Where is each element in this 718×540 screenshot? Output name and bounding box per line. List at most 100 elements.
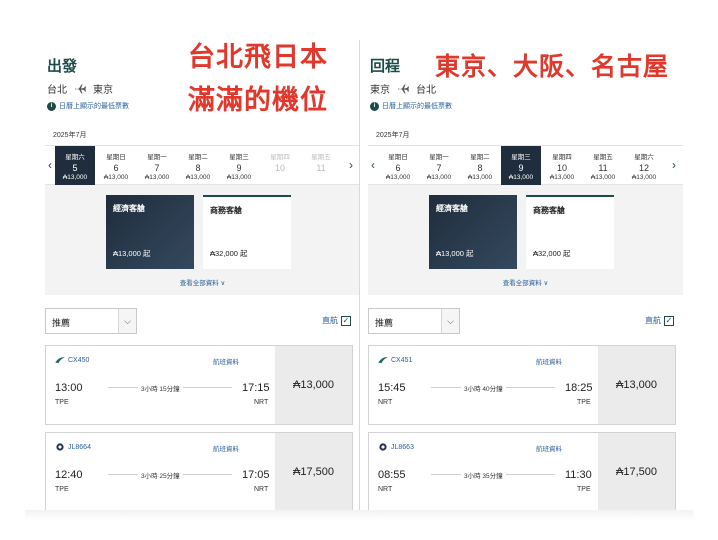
date-price: ₳13,000: [549, 174, 575, 181]
note-text: 日曆上顯示的最低票數: [59, 103, 129, 110]
flight-details-link[interactable]: 航班資料: [213, 356, 239, 366]
outbound-title: 出發: [47, 58, 78, 75]
check-icon[interactable]: ✓: [341, 315, 351, 326]
chevron-right-icon[interactable]: ›: [346, 158, 356, 172]
cabin-name: 商務客艙: [533, 206, 565, 215]
direct-label: 直航: [322, 316, 338, 325]
check-icon[interactable]: ✓: [664, 315, 674, 326]
flight-price[interactable]: ₳17,500: [598, 433, 675, 511]
outbound-route: 台北 東京: [47, 81, 113, 96]
departure-airport: NRT: [378, 486, 393, 493]
date-day: 8: [195, 163, 201, 173]
date-cell[interactable]: 星期六 5 ₳13,000: [55, 146, 95, 185]
flight-number: JL8663: [378, 443, 414, 451]
chevron-left-icon[interactable]: ‹: [45, 158, 55, 172]
flight-card[interactable]: JL8663 航班資料 08:55 3小時 35分鐘 11:30 NRT TPE…: [368, 432, 676, 512]
annotation-left-line1: 台北飛日本: [188, 42, 328, 73]
date-day: 9: [236, 163, 242, 173]
arrival-airport: TPE: [577, 399, 591, 406]
arrival-time: 18:25: [565, 382, 593, 394]
date-dow: 星期一: [429, 154, 449, 161]
date-cell[interactable]: 星期五 11 ₳13,000: [583, 146, 623, 185]
economy-cabin-card[interactable]: 經濟客艙 ₳13,000 起: [106, 195, 194, 269]
date-cell[interactable]: 星期一 7 ₳13,000: [419, 146, 459, 185]
flight-number-text: CX451: [391, 356, 413, 364]
route-destination: 東京: [93, 85, 113, 96]
plane-icon: [398, 84, 409, 93]
economy-cabin-card[interactable]: 經濟客艙 ₳13,000 起: [429, 195, 517, 269]
flight-price[interactable]: ₳17,500: [275, 433, 352, 511]
date-cell[interactable]: 星期一 7 ₳13,000: [137, 146, 177, 185]
flight-duration: 3小時 40分鐘: [461, 383, 506, 393]
date-price: ₳13,000: [62, 174, 88, 181]
date-strip: ‹ 星期六 5 ₳13,000 星期日 6 ₳13,000 星期一 7 ₳13,000 星期…: [45, 145, 360, 185]
date-day: 10: [274, 163, 285, 173]
date-strip: ‹ 星期日 6 ₳13,000 星期一 7 ₳13,000 星期二 8 ₳13,000 星期…: [368, 145, 683, 185]
departure-airport: NRT: [378, 399, 393, 406]
flight-details-link[interactable]: 航班資料: [536, 443, 562, 453]
cabin-price: ₳13,000 起: [113, 249, 151, 258]
flight-price[interactable]: ₳13,000: [275, 346, 352, 424]
departure-airport: TPE: [55, 399, 69, 406]
date-cell: 星期五 11: [301, 146, 341, 185]
chevron-right-icon[interactable]: ›: [669, 158, 679, 172]
cabin-price: ₳13,000 起: [436, 249, 474, 258]
direct-filter[interactable]: 直航 ✓: [645, 315, 674, 326]
flight-price[interactable]: ₳13,000: [598, 346, 675, 424]
see-all-link[interactable]: 查看全部資料 ∨: [368, 277, 683, 287]
flight-number-text: JL8663: [391, 443, 414, 451]
info-icon: i: [370, 101, 379, 111]
business-cabin-card[interactable]: 商務客艙 ₳32,000 起: [203, 195, 291, 269]
date-price: ₳13,000: [426, 174, 452, 181]
flight-card[interactable]: JL8664 航班資料 12:40 3小時 25分鐘 17:05 TPE NRT…: [45, 432, 353, 512]
chevron-left-icon[interactable]: ‹: [368, 158, 378, 172]
jal-icon: [56, 443, 64, 451]
departure-airport: TPE: [55, 486, 69, 493]
date-dow: 星期三: [229, 154, 249, 161]
note-text: 日曆上顯示的最低票數: [382, 103, 452, 110]
date-cell[interactable]: 星期六 12 ₳13,000: [624, 146, 664, 185]
departure-time: 13:00: [55, 382, 83, 394]
route-origin: 台北: [47, 85, 67, 96]
arrival-time: 17:05: [242, 469, 270, 481]
date-dow: 星期日: [388, 154, 408, 161]
departure-time: 15:45: [378, 382, 406, 394]
arrival-airport: NRT: [254, 399, 269, 406]
business-cabin-card[interactable]: 商務客艙 ₳32,000 起: [526, 195, 614, 269]
date-day: 12: [638, 163, 649, 173]
date-cell[interactable]: 星期三 9 ₳13,000: [501, 146, 541, 185]
see-all-link[interactable]: 查看全部資料 ∨: [45, 277, 360, 287]
date-dow: 星期五: [311, 154, 331, 161]
direct-label: 直航: [645, 316, 661, 325]
jal-icon: [379, 443, 387, 451]
date-price: ₳13,000: [467, 174, 493, 181]
date-cell[interactable]: 星期三 9 ₳13,000: [219, 146, 259, 185]
route-origin: 東京: [370, 85, 390, 96]
date-cell[interactable]: 星期日 6 ₳13,000: [96, 146, 136, 185]
direct-filter[interactable]: 直航 ✓: [322, 315, 351, 326]
date-dow: 星期一: [147, 154, 167, 161]
cabin-selector: 經濟客艙 ₳13,000 起 商務客艙 ₳32,000 起 查看全部資料 ∨: [45, 185, 360, 295]
sort-select[interactable]: 推薦 ⌵: [45, 308, 137, 334]
date-day: 5: [72, 163, 78, 173]
date-cell[interactable]: 星期日 6 ₳13,000: [378, 146, 418, 185]
flight-details-link[interactable]: 航班資料: [213, 443, 239, 453]
sort-value: 推薦: [52, 318, 71, 328]
month-label: 2025年7月: [53, 132, 87, 139]
flight-details-link[interactable]: 航班資料: [536, 356, 562, 366]
date-cell[interactable]: 星期二 8 ₳13,000: [460, 146, 500, 185]
flight-card[interactable]: CX450 航班資料 13:00 3小時 15分鐘 17:15 TPE NRT …: [45, 345, 353, 425]
date-cell[interactable]: 星期二 8 ₳13,000: [178, 146, 218, 185]
flight-card[interactable]: CX451 航班資料 15:45 3小時 40分鐘 18:25 NRT TPE …: [368, 345, 676, 425]
date-day: 7: [436, 163, 442, 173]
flight-duration: 3小時 35分鐘: [461, 470, 506, 480]
date-day: 6: [113, 163, 119, 173]
date-dow: 星期四: [552, 154, 572, 161]
date-price: ₳13,000: [508, 174, 534, 181]
date-price: ₳13,000: [590, 174, 616, 181]
date-cell[interactable]: 星期四 10 ₳13,000: [542, 146, 582, 185]
departure-time: 08:55: [378, 469, 406, 481]
sort-select[interactable]: 推薦 ⌵: [368, 308, 460, 334]
cathay-icon: [378, 357, 388, 364]
arrival-airport: TPE: [577, 486, 591, 493]
